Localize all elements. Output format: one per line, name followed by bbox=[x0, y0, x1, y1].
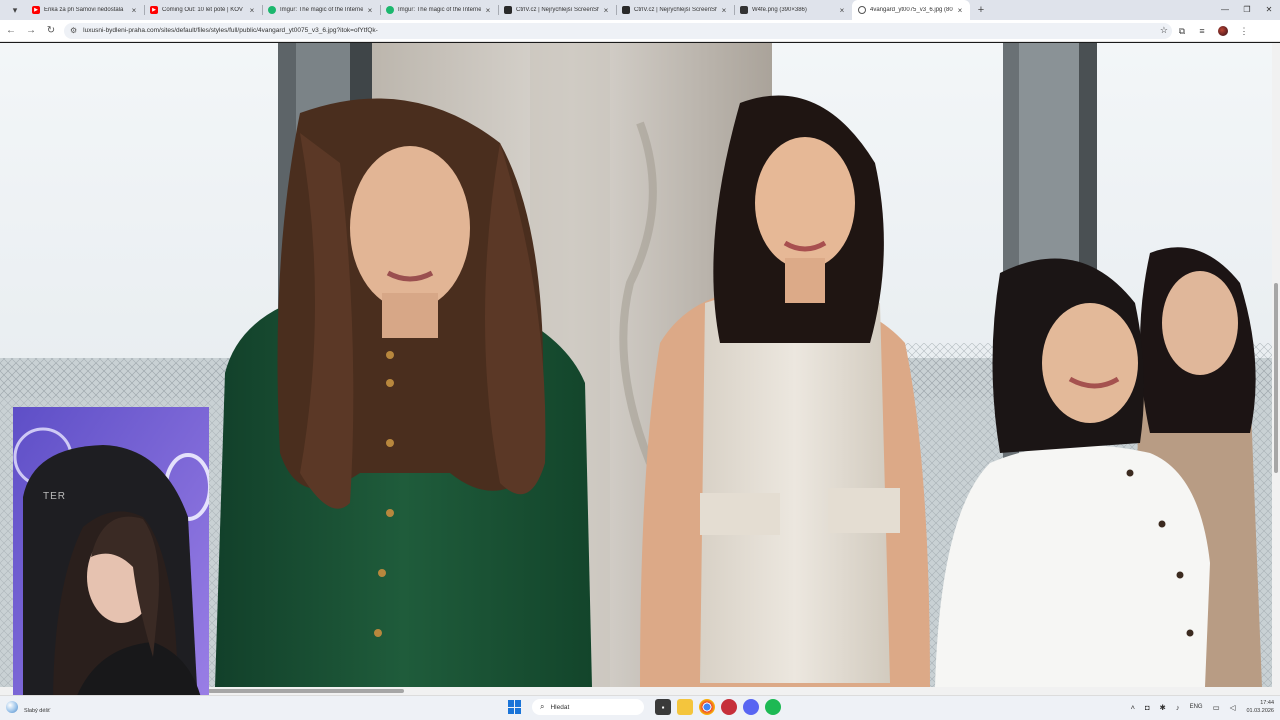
tab-title: W4fe.png (390×386) bbox=[752, 7, 807, 13]
close-icon[interactable]: × bbox=[248, 6, 256, 15]
site-info-icon[interactable]: ⚙ bbox=[70, 26, 77, 35]
url-text: luxusni-bydleni-praha.com/sites/default/… bbox=[83, 27, 378, 34]
new-tab-button[interactable]: + bbox=[974, 0, 988, 20]
close-icon[interactable]: × bbox=[602, 6, 610, 15]
svg-text:TER: TER bbox=[43, 491, 66, 502]
tab-6[interactable]: CtrlV.cz | Nejrychlejší ScreenSh × bbox=[616, 0, 734, 20]
address-bar[interactable]: ⚙ luxusni-bydleni-praha.com/sites/defaul… bbox=[64, 22, 1172, 39]
tab-5[interactable]: CtrlV.cz | Nejrychlejší ScreenSh × bbox=[498, 0, 616, 20]
tab-title: CtrlV.cz | Nejrychlejší ScreenSh bbox=[634, 7, 717, 13]
tab-strip: ▾ ▶ Erika za při Samovi nedostala × ▶ Co… bbox=[0, 0, 1280, 20]
horizontal-scroll-thumb[interactable] bbox=[208, 689, 404, 693]
ctrlv-icon bbox=[504, 6, 512, 14]
close-icon[interactable]: × bbox=[484, 6, 492, 15]
clock-date: 01.03.2026 bbox=[1246, 708, 1274, 714]
tab-title: CtrlV.cz | Nejrychlejší ScreenSh bbox=[516, 7, 599, 13]
globe-icon bbox=[858, 6, 866, 14]
imgur-icon bbox=[268, 6, 276, 14]
tab-title: Coming Out: 10 let poté | KOV bbox=[162, 7, 243, 13]
clock-time: 17:44 bbox=[1260, 700, 1274, 706]
bookmark-star-icon[interactable]: ☆ bbox=[1160, 25, 1168, 36]
tab-1[interactable]: ▶ Erika za při Samovi nedostala × bbox=[26, 0, 144, 20]
close-window-button[interactable]: ✕ bbox=[1258, 0, 1280, 20]
chrome-icon[interactable] bbox=[699, 699, 715, 715]
webcam-overlay: TER bbox=[13, 407, 209, 706]
tab-3[interactable]: Imgur: The magic of the Interne × bbox=[262, 0, 380, 20]
tab-2[interactable]: ▶ Coming Out: 10 let poté | KOV × bbox=[144, 0, 262, 20]
close-icon[interactable]: × bbox=[956, 6, 964, 15]
windows-start-icon[interactable] bbox=[508, 700, 522, 714]
file-explorer-icon[interactable] bbox=[677, 699, 693, 715]
ctrlv-icon bbox=[622, 6, 630, 14]
microphone-icon[interactable]: ♪ bbox=[1176, 703, 1180, 712]
monitor-icon[interactable]: ▭ bbox=[1213, 703, 1220, 712]
windows-taskbar: Slabý déšť ⌕ Hledat ▪ ˄ ◘ ✱ ♪ ENG ▭ ◁ 17… bbox=[0, 695, 1280, 720]
close-icon[interactable]: × bbox=[838, 6, 846, 15]
chevron-up-icon[interactable]: ˄ bbox=[1131, 703, 1135, 712]
media-control-icon[interactable]: ≡ bbox=[1192, 22, 1212, 40]
bluetooth-icon[interactable]: ✱ bbox=[1160, 703, 1166, 712]
reload-button[interactable]: ↻ bbox=[42, 22, 60, 40]
w4fe-icon bbox=[740, 6, 748, 14]
tab-4[interactable]: Imgur: The magic of the Interne × bbox=[380, 0, 498, 20]
language-indicator[interactable]: ENG bbox=[1190, 704, 1203, 710]
youtube-icon: ▶ bbox=[32, 6, 40, 14]
back-button[interactable]: ← bbox=[2, 22, 20, 40]
search-placeholder: Hledat bbox=[550, 703, 570, 711]
vertical-scrollbar[interactable] bbox=[1272, 43, 1280, 687]
webcam-image: TER bbox=[13, 407, 209, 706]
close-icon[interactable]: × bbox=[720, 6, 728, 15]
rain-cloud-icon bbox=[6, 701, 18, 713]
minimize-button[interactable]: — bbox=[1214, 0, 1236, 20]
browser-toolbar: ← → ↻ ⚙ luxusni-bydleni-praha.com/sites/… bbox=[0, 20, 1280, 42]
tab-7[interactable]: W4fe.png (390×386) × bbox=[734, 0, 852, 20]
task-view-icon[interactable]: ▪ bbox=[655, 699, 671, 715]
menu-icon[interactable]: ⋮ bbox=[1234, 22, 1254, 40]
tray-app-icon[interactable]: ◘ bbox=[1145, 703, 1150, 712]
search-icon: ⌕ bbox=[540, 702, 545, 711]
spotify-icon[interactable] bbox=[765, 699, 781, 715]
extensions-icon[interactable]: ⧉ bbox=[1172, 22, 1192, 40]
tab-title: 4vangard_yt0075_v3_6.jpg (800 bbox=[870, 7, 953, 13]
youtube-icon: ▶ bbox=[150, 6, 158, 14]
imgur-icon bbox=[386, 6, 394, 14]
profile-avatar[interactable] bbox=[1218, 25, 1228, 36]
weather-widget[interactable]: Slabý déšť bbox=[6, 700, 50, 714]
maximize-button[interactable]: ❐ bbox=[1236, 0, 1258, 20]
volume-icon[interactable]: ◁ bbox=[1230, 703, 1236, 712]
taskbar-center: ⌕ Hledat ▪ bbox=[508, 699, 784, 715]
discord-icon[interactable] bbox=[743, 699, 759, 715]
close-icon[interactable]: × bbox=[130, 6, 138, 15]
app-icon-red[interactable] bbox=[721, 699, 737, 715]
tab-search-icon[interactable]: ▾ bbox=[8, 3, 22, 17]
weather-text: Slabý déšť bbox=[24, 708, 51, 714]
close-icon[interactable]: × bbox=[366, 6, 374, 15]
window-controls: — ❐ ✕ bbox=[1214, 0, 1280, 20]
tab-title: Imgur: The magic of the Interne bbox=[280, 7, 363, 13]
vertical-scroll-thumb[interactable] bbox=[1274, 283, 1278, 473]
taskbar-search[interactable]: ⌕ Hledat bbox=[532, 699, 644, 715]
tab-8-active[interactable]: 4vangard_yt0075_v3_6.jpg (800 × bbox=[852, 0, 970, 20]
tab-title: Erika za při Samovi nedostala bbox=[44, 7, 124, 13]
system-tray: ˄ ◘ ✱ ♪ ENG ▭ ◁ 17:44 01.03.2026 bbox=[1126, 699, 1274, 715]
tab-title: Imgur: The magic of the Interne bbox=[398, 7, 481, 13]
forward-button[interactable]: → bbox=[22, 22, 40, 40]
taskbar-clock[interactable]: 17:44 01.03.2026 bbox=[1246, 699, 1274, 715]
